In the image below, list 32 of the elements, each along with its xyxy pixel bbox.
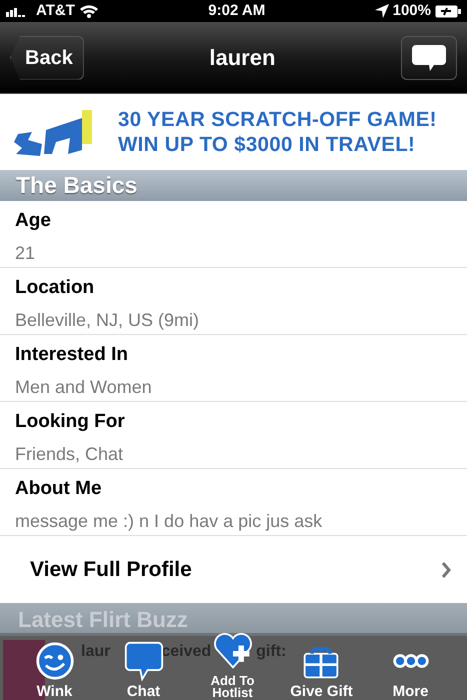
field-label: Location — [15, 276, 96, 300]
clock-time: 9:02 AM — [207, 0, 266, 21]
ad-headline: 30 YEAR SCRATCH-OFF GAME! — [118, 107, 437, 132]
field-value: Friends, Chat — [15, 442, 124, 466]
speech-bubble-icon — [124, 641, 164, 681]
ad-subline: WIN UP TO $3000 IN TRAVEL! — [118, 132, 416, 157]
field-label: Interested In — [15, 343, 129, 367]
field-value: message me :) n I do hav a pic jus ask — [15, 510, 324, 533]
view-profile-link[interactable]: View Full Profile — [30, 554, 192, 586]
field-value: Men and Women — [15, 376, 153, 398]
field-label: About Me — [15, 477, 103, 501]
wink-face-icon — [34, 641, 74, 681]
back-button[interactable]: Back — [10, 36, 84, 80]
chat-button[interactable] — [401, 36, 457, 80]
chat-button[interactable]: Chat — [124, 641, 164, 699]
section-header: The Basics — [0, 170, 467, 201]
gift-button[interactable]: Give Gift — [290, 641, 353, 699]
heart-plus-icon — [212, 631, 252, 671]
field-label: Looking For — [15, 410, 126, 434]
wink-button[interactable]: Wink — [34, 641, 74, 699]
battery-icon — [435, 4, 461, 18]
wifi-icon — [78, 4, 99, 18]
field-value: 21 — [15, 242, 36, 264]
carrier-name: AT&T — [36, 0, 75, 21]
speech-bubble-icon — [412, 44, 446, 70]
chevron-right-icon — [441, 562, 451, 578]
battery-percent: 100% — [392, 0, 431, 21]
field-value: Belleville, NJ, US (9mi) — [15, 308, 200, 332]
nav-title: lauren — [209, 44, 276, 72]
location-arrow-icon — [374, 4, 389, 18]
more-button[interactable]: More — [390, 641, 430, 699]
field-label: Age — [15, 209, 52, 233]
